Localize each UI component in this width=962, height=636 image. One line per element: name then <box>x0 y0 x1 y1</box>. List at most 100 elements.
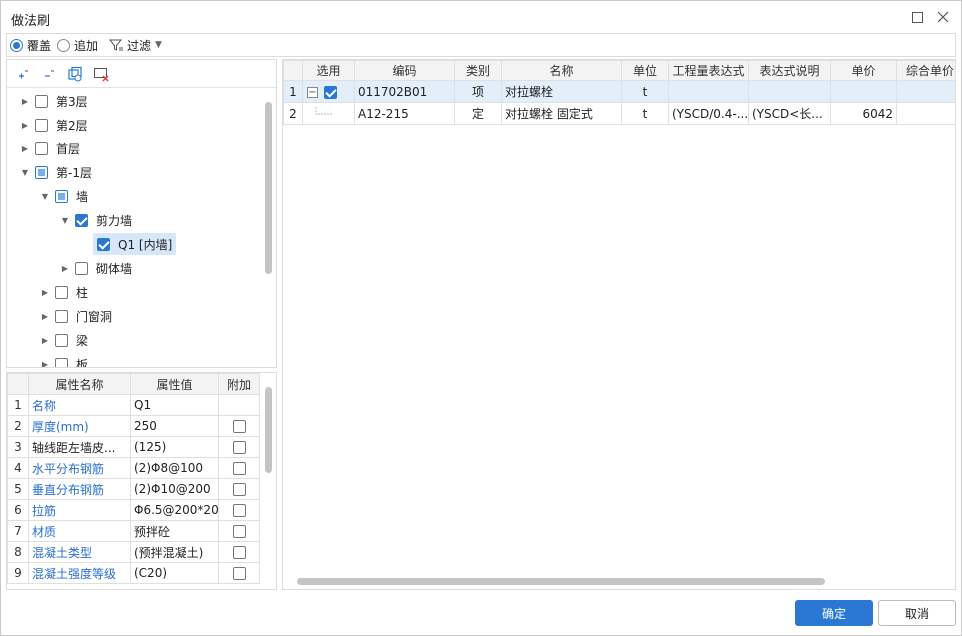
tree-checkbox[interactable] <box>35 118 48 132</box>
clear-selection-icon[interactable] <box>93 66 109 82</box>
grid-expression-desc[interactable]: (YSCD<长... <box>748 102 831 125</box>
chevron-right-icon[interactable]: ▶ <box>59 264 71 273</box>
grid-row[interactable]: 2 A12-215 定 对拉螺栓 固定式 t (YSCD/0.4-... (YS… <box>283 102 955 125</box>
tree-node-floor-3[interactable]: ▶ 第3层 <box>19 90 88 112</box>
grid-header-select[interactable]: 选用 <box>302 60 355 81</box>
tree-node-wall[interactable]: ▼ 墙 <box>39 185 88 207</box>
chevron-down-icon[interactable]: ▼ <box>39 192 51 201</box>
chevron-down-icon[interactable]: ▼ <box>19 168 31 177</box>
select-checkbox[interactable] <box>324 85 337 99</box>
property-row[interactable]: 4 水平分布钢筋 (2)Φ8@100 <box>7 457 260 479</box>
grid-code[interactable]: 011702B01 <box>354 80 455 103</box>
property-row[interactable]: 7 材质 预拌砼 <box>7 520 260 542</box>
chevron-right-icon[interactable]: ▶ <box>19 121 31 130</box>
tree-checkbox[interactable] <box>55 333 68 347</box>
chevron-right-icon[interactable]: ▶ <box>19 144 31 153</box>
attach-checkbox[interactable] <box>232 441 246 454</box>
grid-horizontal-scrollbar[interactable] <box>297 578 825 585</box>
grid-code[interactable]: A12-215 <box>354 102 455 125</box>
tree-node-floor-2[interactable]: ▶ 第2层 <box>19 114 88 136</box>
property-value[interactable]: (预拌混凝土) <box>130 541 219 563</box>
property-value[interactable]: Q1 <box>130 394 219 416</box>
grid-header-name[interactable]: 名称 <box>501 60 622 81</box>
attach-checkbox[interactable] <box>232 462 246 475</box>
grid-header-unit-price[interactable]: 单价 <box>830 60 897 81</box>
property-value[interactable]: (2)Φ10@200 <box>130 478 219 500</box>
chevron-down-icon[interactable]: ▼ <box>59 216 71 225</box>
grid-unit[interactable]: t <box>621 80 669 103</box>
grid-total-unit-price[interactable] <box>896 80 955 103</box>
attach-checkbox[interactable] <box>232 420 246 433</box>
attach-checkbox[interactable] <box>232 567 246 580</box>
tree-node-ground-floor[interactable]: ▶ 首层 <box>19 137 80 159</box>
grid-header-code[interactable]: 编码 <box>354 60 455 81</box>
grid-category[interactable]: 项 <box>454 80 502 103</box>
attach-checkbox[interactable] <box>232 483 246 496</box>
append-radio[interactable]: 追加 <box>57 37 98 54</box>
property-row[interactable]: 3 轴线距左墙皮... (125) <box>7 436 260 458</box>
chevron-right-icon[interactable]: ▶ <box>39 336 51 345</box>
property-row[interactable]: 5 垂直分布钢筋 (2)Φ10@200 <box>7 478 260 500</box>
tree-checkbox[interactable] <box>55 309 68 323</box>
grid-quantity-expression[interactable] <box>668 80 749 103</box>
tree-node-column[interactable]: ▶ 柱 <box>39 281 88 303</box>
tree-checkbox[interactable] <box>35 94 48 108</box>
overwrite-radio[interactable]: 覆盖 <box>10 37 51 54</box>
attach-checkbox[interactable] <box>232 546 246 559</box>
grid-unit-price[interactable] <box>830 80 897 103</box>
expand-all-icon[interactable] <box>15 66 31 82</box>
grid-expression-desc[interactable] <box>748 80 831 103</box>
grid-quantity-expression[interactable]: (YSCD/0.4-... <box>668 102 749 125</box>
ok-button[interactable]: 确定 <box>795 600 873 626</box>
property-value[interactable]: 预拌砼 <box>130 520 219 542</box>
property-row[interactable]: 2 厚度(mm) 250 <box>7 415 260 437</box>
property-value[interactable]: Φ6.5@200*200 <box>130 499 219 521</box>
grid-category[interactable]: 定 <box>454 102 502 125</box>
property-header-name[interactable]: 属性名称 <box>28 373 131 395</box>
collapse-icon[interactable]: − <box>307 86 318 98</box>
append-radio-indicator[interactable] <box>57 38 71 52</box>
grid-row[interactable]: 1 − 011702B01 项 对拉螺栓 t <box>283 80 955 103</box>
copy-selection-icon[interactable] <box>67 66 83 82</box>
chevron-right-icon[interactable]: ▶ <box>39 360 51 368</box>
cancel-button[interactable]: 取消 <box>878 600 956 626</box>
chevron-right-icon[interactable]: ▶ <box>19 97 31 106</box>
tree-checkbox[interactable] <box>35 165 48 179</box>
tree-scrollbar[interactable] <box>265 102 272 274</box>
property-row[interactable]: 1 名称 Q1 <box>7 394 260 416</box>
tree-node-floor-minus-1[interactable]: ▼ 第-1层 <box>19 161 92 183</box>
property-value[interactable]: 250 <box>130 415 219 437</box>
grid-header-total-unit-price[interactable]: 综合单价 <box>896 60 955 81</box>
tree-checkbox[interactable] <box>35 141 48 155</box>
close-icon[interactable] <box>933 7 953 27</box>
property-row[interactable]: 8 混凝土类型 (预拌混凝土) <box>7 541 260 563</box>
property-value[interactable]: (C20) <box>130 562 219 584</box>
grid-header-unit[interactable]: 单位 <box>621 60 669 81</box>
tree-checkbox[interactable] <box>55 189 68 203</box>
tree-node-shear-wall[interactable]: ▼ 剪力墙 <box>59 209 132 231</box>
filter-dropdown[interactable]: 过滤 ▼ <box>108 37 162 54</box>
property-header-attach[interactable]: 附加 <box>218 373 260 395</box>
grid-unit[interactable]: t <box>621 102 669 125</box>
tree-checkbox[interactable] <box>75 261 88 275</box>
property-row[interactable]: 9 混凝土强度等级 (C20) <box>7 562 260 584</box>
property-scrollbar[interactable] <box>265 387 272 473</box>
tree-checkbox[interactable] <box>97 237 110 251</box>
tree-node-slab[interactable]: ▶ 板 <box>39 353 88 368</box>
collapse-all-icon[interactable] <box>41 66 57 82</box>
grid-unit-price[interactable]: 6042 <box>830 102 897 125</box>
maximize-icon[interactable] <box>907 7 927 27</box>
chevron-right-icon[interactable]: ▶ <box>39 312 51 321</box>
tree-node-beam[interactable]: ▶ 梁 <box>39 329 88 351</box>
tree-node-door-window-opening[interactable]: ▶ 门窗洞 <box>39 305 112 327</box>
tree-node-q1-inner-wall[interactable]: Q1 [内墙] <box>93 233 177 255</box>
property-value[interactable]: (2)Φ8@100 <box>130 457 219 479</box>
grid-total-unit-price[interactable] <box>896 102 955 125</box>
chevron-right-icon[interactable]: ▶ <box>39 288 51 297</box>
overwrite-radio-indicator[interactable] <box>10 38 23 52</box>
tree-node-masonry-wall[interactable]: ▶ 砌体墙 <box>59 257 132 279</box>
grid-name[interactable]: 对拉螺栓 固定式 <box>501 102 622 125</box>
grid-header-expression-desc[interactable]: 表达式说明 <box>748 60 831 81</box>
grid-header-category[interactable]: 类别 <box>454 60 502 81</box>
tree-checkbox[interactable] <box>55 285 68 299</box>
